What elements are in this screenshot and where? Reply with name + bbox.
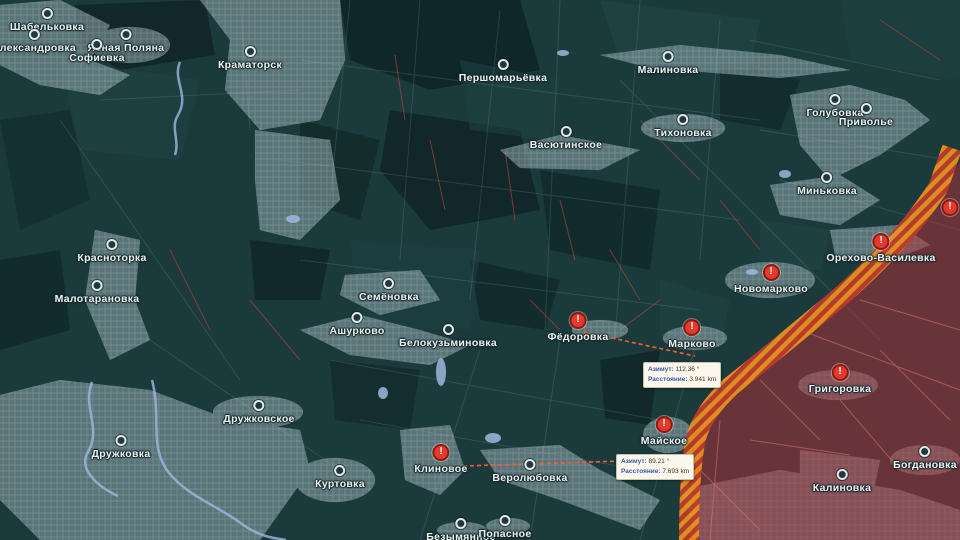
alert-town-marker[interactable]: ! Клиновое [414,444,467,475]
town-dot-icon[interactable] [662,51,673,62]
town-label: Куртовка [315,478,365,490]
alert-town-marker[interactable]: ! Григоровка [809,364,871,395]
warning-icon[interactable]: ! [655,416,672,433]
town-label: Малотарановка [55,293,140,305]
town-marker[interactable]: Малиновка [638,51,699,76]
town-label: Миньковка [797,185,857,197]
town-dot-icon[interactable] [352,312,363,323]
town-label: Майское [641,435,687,447]
town-label: Клиновое [414,463,467,475]
town-marker[interactable]: Дружковка [92,435,151,460]
town-label: Марково [668,338,716,350]
town-marker[interactable]: Куртовка [315,465,365,490]
town-dot-icon[interactable] [28,29,39,40]
town-marker[interactable]: Малотарановка [55,280,140,305]
town-dot-icon[interactable] [560,126,571,137]
town-label: Попасное [479,528,532,540]
town-dot-icon[interactable] [245,46,256,57]
town-dot-icon[interactable] [254,400,265,411]
alert-town-marker[interactable]: ! Фёдоровка [548,312,609,343]
town-marker[interactable]: Першомарьёвка [459,59,547,84]
town-label: Григоровка [809,383,871,395]
town-dot-icon[interactable] [498,59,509,70]
town-dot-icon[interactable] [836,469,847,480]
alert-town-marker[interactable]: ! Марково [668,319,716,350]
town-label: Софиевка [69,52,124,64]
town-marker[interactable]: Тихоновка [654,114,711,139]
town-marker[interactable]: Софиевка [69,39,124,64]
warning-icon[interactable]: ! [570,312,587,329]
warning-icon[interactable]: ! [942,199,959,216]
town-marker[interactable]: Семёновка [359,278,419,303]
town-dot-icon[interactable] [861,103,872,114]
town-marker[interactable]: Ашурково [329,312,384,337]
warning-icon[interactable]: ! [762,264,779,281]
town-dot-icon[interactable] [92,39,103,50]
town-marker[interactable]: Краматорск [218,46,282,71]
town-label: Краматорск [218,59,282,71]
town-label: Першомарьёвка [459,72,547,84]
town-label: Дружковское [223,413,294,425]
town-marker[interactable]: Миньковка [797,172,857,197]
town-label: Ашурково [329,325,384,337]
town-label: Александровка [0,42,76,54]
town-label: Тихоновка [654,127,711,139]
town-dot-icon[interactable] [443,324,454,335]
town-dot-icon[interactable] [41,8,52,19]
town-label: Орехово-Василевка [826,252,935,264]
town-marker[interactable]: Белокузьминовка [399,324,497,349]
alert-town-marker[interactable]: ! Майское [641,416,687,447]
town-label: Семёновка [359,291,419,303]
town-dot-icon[interactable] [334,465,345,476]
warning-icon[interactable]: ! [432,444,449,461]
alert-town-marker[interactable]: ! Орехово-Василевка [826,233,935,264]
town-marker[interactable]: Калиновка [813,469,872,494]
town-label: Богдановка [893,459,957,471]
town-marker[interactable]: Попасное [479,515,532,540]
town-dot-icon[interactable] [525,459,536,470]
alert-town-marker[interactable]: ! [942,199,959,218]
town-dot-icon[interactable] [822,172,833,183]
town-label: Приволье [839,116,893,128]
town-marker[interactable]: Васютинское [530,126,602,151]
town-dot-icon[interactable] [92,280,103,291]
alert-town-marker[interactable]: ! Новомарково [734,264,808,295]
town-label: Васютинское [530,139,602,151]
town-label: Дружковка [92,448,151,460]
town-dot-icon[interactable] [678,114,689,125]
town-dot-icon[interactable] [115,435,126,446]
town-marker[interactable]: Александровка [0,29,76,54]
warning-icon[interactable]: ! [831,364,848,381]
town-marker[interactable]: Веролюбовка [492,459,567,484]
town-marker[interactable]: Богдановка [893,446,957,471]
town-marker[interactable]: Дружковское [223,400,294,425]
town-label: Малиновка [638,64,699,76]
town-label: Веролюбовка [492,472,567,484]
warning-icon[interactable]: ! [684,319,701,336]
town-label: Белокузьминовка [399,337,497,349]
map-canvas[interactable]: ШабельковкаАлександровкаЯсная ПолянаСофи… [0,0,960,540]
town-dot-icon[interactable] [456,518,467,529]
town-label: Фёдоровка [548,331,609,343]
warning-icon[interactable]: ! [873,233,890,250]
town-marker[interactable]: Красноторка [77,239,146,264]
town-dot-icon[interactable] [499,515,510,526]
town-marker[interactable]: Приволье [839,103,893,128]
town-dot-icon[interactable] [384,278,395,289]
town-dot-icon[interactable] [106,239,117,250]
town-label: Красноторка [77,252,146,264]
town-dot-icon[interactable] [920,446,931,457]
town-label: Калиновка [813,482,872,494]
town-label: Новомарково [734,283,808,295]
